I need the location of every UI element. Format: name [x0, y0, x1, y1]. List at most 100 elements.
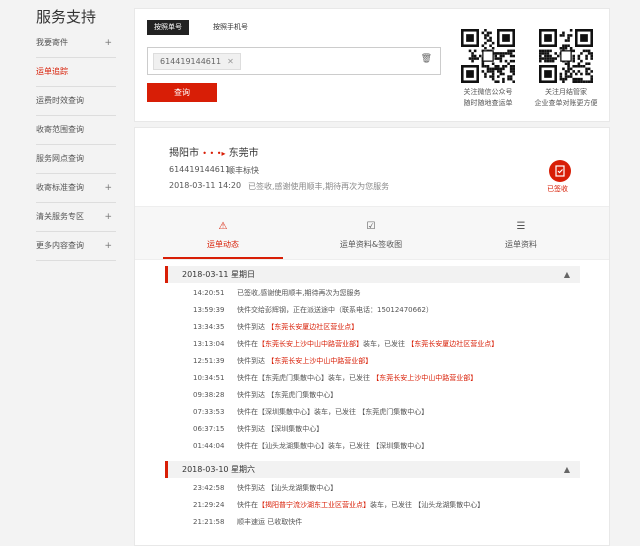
event-row: 07:33:53 快件在【深圳集散中心】装车，已发往 【东莞虎门集散中心】 — [193, 406, 428, 418]
signed-badge-icon — [549, 160, 571, 182]
close-icon[interactable]: ✕ — [227, 57, 234, 66]
sidebar-item[interactable]: 运费时效查询 — [36, 87, 116, 116]
waybill-chip: 614419144611 ✕ — [153, 53, 241, 70]
sidebar-item[interactable]: 运单追踪 — [36, 58, 116, 87]
location-link[interactable]: 【东莞长安上沙中山中路营业部】 — [372, 374, 477, 382]
event-text: 顺丰速运 已收取快件 — [237, 518, 303, 526]
sidebar-item-label: 更多内容查询 — [36, 241, 84, 250]
event-row: 13:59:39 快件交给彭辉钢，正在派送途中（联系电话：15012470662） — [193, 304, 433, 316]
location-link[interactable]: 【东莞长安厦边社区营业点】 — [267, 323, 358, 331]
sidebar-item-label: 服务网点查询 — [36, 154, 84, 163]
edit-icon: ☑ — [366, 221, 376, 232]
sidebar-item-label: 运单追踪 — [36, 67, 68, 76]
event-time: 09:38:28 — [193, 391, 225, 399]
collapse-icon[interactable]: ▲ — [564, 266, 570, 283]
event-text: 快件到达 — [237, 323, 268, 331]
monthly-caption-line2: 企业查单对账更方便 — [534, 99, 598, 107]
trash-icon[interactable]: 🗑 — [421, 54, 432, 64]
tab-label: 运单动态 — [207, 240, 239, 249]
event-time: 21:21:58 — [193, 518, 225, 526]
tab-label: 运单资料 — [505, 240, 537, 249]
warning-icon: ⚠ — [218, 221, 228, 232]
event-time: 13:34:35 — [193, 323, 225, 331]
tab-phone[interactable]: 按照手机号 — [213, 20, 248, 35]
event-row: 01:44:04 快件在【汕头龙湖集散中心】装车，已发往 【深圳集散中心】 — [193, 440, 428, 452]
event-row: 06:37:15 快件到达 【深圳集散中心】 — [193, 423, 323, 435]
event-time: 07:33:53 — [193, 408, 225, 416]
waybill-input[interactable]: 614419144611 ✕ 🗑 — [147, 47, 441, 75]
sidebar: 服务支持 我要寄件 + 运单追踪 运费时效查询 收寄范围查询 服务网点查询 收寄标准查询 + 清… — [0, 0, 130, 544]
day-label: 2018-03-11 星期日 — [182, 270, 256, 279]
arrow-icon: ▸ — [221, 149, 226, 158]
event-text: 快件到达 — [237, 357, 268, 365]
event-time: 14:20:51 — [193, 289, 225, 297]
destination-city: 东莞市 — [228, 148, 259, 159]
tab-waybill-dynamics[interactable]: ⚠ 运单动态 — [163, 207, 283, 259]
query-button[interactable]: 查询 — [147, 83, 217, 102]
sidebar-item-label: 清关服务专区 — [36, 212, 84, 221]
tab-waybill[interactable]: 按照单号 — [147, 20, 189, 35]
plus-icon[interactable]: + — [104, 174, 112, 202]
event-row: 21:29:24 快件在【揭阳普宁流沙湖东工业区营业点】装车，已发往 【汕头龙湖集… — [193, 499, 484, 511]
day-header[interactable]: 2018-03-11 星期日 ▲ — [165, 266, 580, 283]
monthly-caption: 关注月结管家 企业查单对账更方便 — [521, 87, 611, 109]
waybill-number: 614419144611 — [169, 165, 231, 174]
search-panel: 按照单号 按照手机号 614419144611 ✕ 🗑 查询 关注微信公众号 随时… — [134, 8, 610, 122]
event-time: 23:42:58 — [193, 484, 225, 492]
service-type: 顺丰标快 — [227, 166, 259, 175]
tab-waybill-signature[interactable]: ☑ 运单资料&签收图 — [311, 207, 431, 259]
signed-status: 已签收 — [547, 185, 568, 193]
sidebar-item[interactable]: 更多内容查询 + — [36, 232, 116, 261]
event-row: 23:42:58 快件到达 【汕头龙湖集散中心】 — [193, 482, 337, 494]
wechat-caption: 关注微信公众号 随时随地查运单 — [453, 87, 523, 109]
event-row: 14:20:51 已签收,感谢使用顺丰,期待再次为您服务 — [193, 287, 360, 299]
day-header[interactable]: 2018-03-10 星期六 ▲ — [165, 461, 580, 478]
location-link[interactable]: 【东莞长安厦边社区营业点】 — [407, 340, 498, 348]
monthly-caption-line1: 关注月结管家 — [545, 88, 587, 96]
monthly-qr-code — [539, 29, 593, 83]
event-text: 快件交给彭辉钢，正在派送途中（联系电话：15012470662） — [237, 306, 433, 314]
location-link[interactable]: 【东莞长安上沙中山中路营业部】 — [267, 357, 372, 365]
waybill-chip-value: 614419144611 — [160, 57, 222, 66]
event-time: 10:34:51 — [193, 374, 225, 382]
sidebar-item[interactable]: 清关服务专区 + — [36, 203, 116, 232]
location-link[interactable]: 【东莞长安上沙中山中路营业部】 — [258, 340, 363, 348]
event-row: 10:34:51 快件在【东莞虎门集散中心】装车，已发往 【东莞长安上沙中山中路营… — [193, 372, 477, 384]
plus-icon[interactable]: + — [104, 203, 112, 231]
signed-time: 2018-03-11 14:20 — [169, 181, 242, 190]
signed-message: 已签收,感谢使用顺丰,期待再次为您服务 — [248, 182, 390, 191]
event-time: 13:13:04 — [193, 340, 225, 348]
event-text: 快件在【深圳集散中心】装车，已发往 【东莞虎门集散中心】 — [237, 408, 429, 416]
route: 揭阳市 • • •▸ 东莞市 — [169, 144, 259, 159]
tab-waybill-info[interactable]: ☰ 运单资料 — [461, 207, 581, 259]
event-text: 装车，已发往 【汕头龙湖集散中心】 — [370, 501, 485, 509]
plus-icon[interactable]: + — [104, 232, 112, 260]
wechat-caption-line2: 随时随地查运单 — [463, 99, 513, 107]
wechat-qr-code — [461, 29, 515, 83]
sidebar-title: 服务支持 — [36, 8, 97, 26]
detail-tabs: ⚠ 运单动态 ☑ 运单资料&签收图 ☰ 运单资料 — [135, 206, 609, 260]
sidebar-item[interactable]: 服务网点查询 — [36, 145, 116, 174]
event-row: 13:13:04 快件在【东莞长安上沙中山中路营业部】装车，已发往 【东莞长安厦边… — [193, 338, 498, 350]
event-text: 快件在【东莞虎门集散中心】装车，已发往 — [237, 374, 373, 382]
plus-icon[interactable]: + — [104, 29, 112, 57]
event-time: 06:37:15 — [193, 425, 225, 433]
sidebar-item[interactable]: 收寄范围查询 — [36, 116, 116, 145]
list-icon: ☰ — [516, 221, 526, 232]
sidebar-item[interactable]: 收寄标准查询 + — [36, 174, 116, 203]
event-time: 13:59:39 — [193, 306, 225, 314]
day-label: 2018-03-10 星期六 — [182, 465, 256, 474]
sidebar-item[interactable]: 我要寄件 + — [36, 29, 116, 58]
wechat-caption-line1: 关注微信公众号 — [463, 88, 513, 96]
route-dots: • • • — [202, 149, 222, 158]
origin-city: 揭阳市 — [169, 148, 199, 159]
collapse-icon[interactable]: ▲ — [564, 461, 570, 478]
event-text: 快件在 — [237, 340, 258, 348]
event-time: 21:29:24 — [193, 501, 225, 509]
tracking-panel: 揭阳市 • • •▸ 东莞市 614419144611 顺丰标快 2018-03… — [134, 127, 610, 546]
event-text: 快件在 — [237, 501, 258, 509]
event-row: 21:21:58 顺丰速运 已收取快件 — [193, 516, 302, 528]
location-link[interactable]: 【揭阳普宁流沙湖东工业区营业点】 — [258, 501, 370, 509]
event-text: 快件到达 【深圳集散中心】 — [237, 425, 324, 433]
event-time: 12:51:39 — [193, 357, 225, 365]
